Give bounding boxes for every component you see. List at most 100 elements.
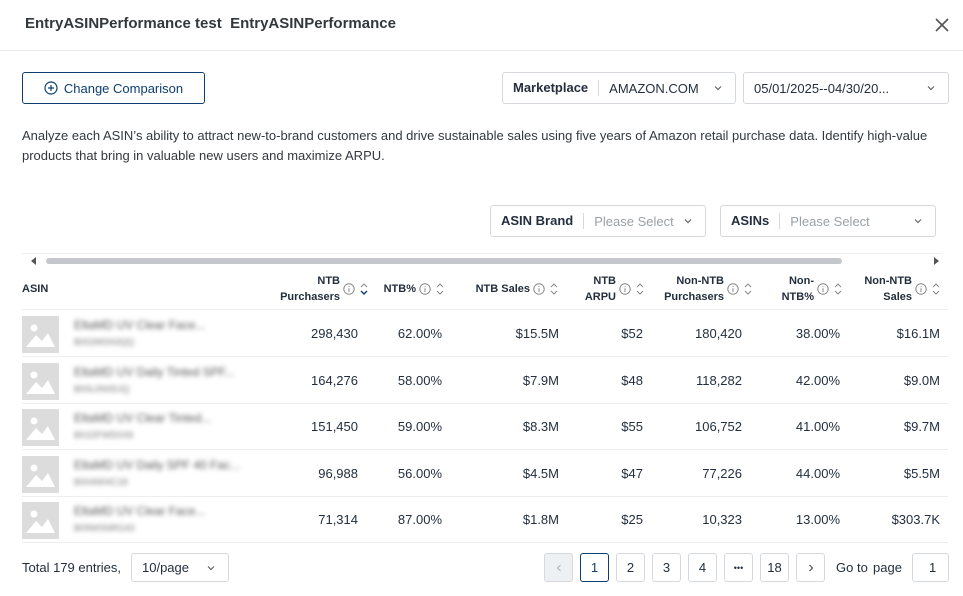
- cell-ntb-pct: 58.00%: [397, 373, 442, 388]
- cell-non-ntb-sales: $9.7M: [903, 419, 940, 434]
- info-icon[interactable]: [727, 283, 739, 295]
- cell-non-ntb-pct: 13.00%: [795, 512, 840, 527]
- page-button-3[interactable]: 3: [652, 553, 681, 582]
- scroll-right-icon[interactable]: [934, 257, 939, 265]
- date-range-select[interactable]: 05/01/2025--04/30/20...: [743, 72, 949, 104]
- cell-ntb-sales: $8.3M: [522, 419, 559, 434]
- column-header-ntb-purchasers[interactable]: NTB Purchasers: [262, 268, 368, 310]
- cell-ntb-purchasers: 298,430: [311, 326, 358, 341]
- date-range-value: 05/01/2025--04/30/20...: [754, 80, 890, 96]
- asins-label: ASINs: [721, 213, 781, 229]
- cell-ntb-pct: 56.00%: [397, 466, 442, 481]
- asin-brand-select[interactable]: ASIN Brand Please Select: [490, 205, 706, 237]
- table-row: EltaMD UV Daily SPF 40 Fac... B004WI4C18 9…: [22, 451, 948, 497]
- cell-ntb-sales: $7.9M: [522, 373, 559, 388]
- column-header-ntb-pct[interactable]: NTB%: [368, 268, 444, 310]
- product-asin: B004WI4C18: [74, 477, 128, 487]
- info-icon[interactable]: [817, 283, 829, 295]
- description-text: Analyze each ASIN’s ability to attract n…: [22, 128, 928, 163]
- cell-non-ntb-purchasers: 10,323: [702, 512, 742, 527]
- goto-label: Go to: [836, 560, 868, 575]
- next-page-button[interactable]: [796, 553, 825, 582]
- close-icon[interactable]: [931, 14, 953, 36]
- cell-ntb-pct: 87.00%: [397, 512, 442, 527]
- product-name[interactable]: EltaMD UV Daily SPF 40 Fac...: [74, 458, 240, 472]
- sort-icon[interactable]: [744, 281, 752, 297]
- product-name[interactable]: EltaMD UV Daily Tinted SPF...: [74, 365, 235, 379]
- asins-placeholder: Please Select: [790, 213, 870, 229]
- cell-ntb-sales: $15.5M: [515, 326, 559, 341]
- cell-ntb-arpu: $48: [621, 373, 643, 388]
- cell-ntb-arpu: $52: [621, 326, 643, 341]
- page-button-1[interactable]: 1: [580, 553, 609, 582]
- cell-non-ntb-sales: $303.7K: [891, 512, 940, 527]
- info-icon[interactable]: [533, 283, 545, 295]
- cell-non-ntb-sales: $5.5M: [903, 466, 940, 481]
- sort-icon[interactable]: [636, 281, 644, 297]
- info-icon[interactable]: [343, 283, 355, 295]
- product-image-icon: [22, 456, 59, 493]
- sort-icon[interactable]: [360, 281, 368, 297]
- change-comparison-label: Change Comparison: [63, 80, 184, 96]
- cell-non-ntb-purchasers: 180,420: [695, 326, 742, 341]
- asin-brand-placeholder: Please Select: [594, 213, 674, 229]
- dialog-header: EntryASINPerformance test EntryASINPerfo…: [0, 0, 963, 51]
- cell-ntb-purchasers: 164,276: [311, 373, 358, 388]
- page-button-18[interactable]: 18: [760, 553, 789, 582]
- product-name[interactable]: EltaMD UV Clear Face...: [74, 504, 205, 518]
- chevron-down-icon: [914, 219, 922, 224]
- column-header-asin: ASIN: [22, 283, 49, 295]
- column-header-ntb-arpu[interactable]: NTB ARPU: [558, 268, 644, 310]
- info-icon[interactable]: [419, 283, 431, 295]
- cell-non-ntb-purchasers: 118,282: [695, 373, 742, 388]
- cell-ntb-pct: 62.00%: [397, 326, 442, 341]
- more-pages-button[interactable]: •••: [724, 553, 753, 582]
- chevron-right-icon: [808, 564, 813, 571]
- cell-ntb-sales: $1.8M: [522, 512, 559, 527]
- product-name[interactable]: EltaMD UV Clear Face...: [74, 318, 205, 332]
- chevron-down-icon: [684, 219, 692, 224]
- table-row: EltaMD UV Clear Face... B002MSN3QQ 298,430…: [22, 311, 948, 357]
- chevron-down-icon: [714, 86, 722, 91]
- sort-icon[interactable]: [834, 281, 842, 297]
- product-asin: B002MSN3QQ: [74, 337, 135, 347]
- product-asin: B09WSNRG43: [74, 523, 135, 533]
- chevron-left-icon: [556, 564, 561, 571]
- asin-brand-label: ASIN Brand: [491, 213, 585, 229]
- cell-non-ntb-pct: 44.00%: [795, 466, 840, 481]
- change-comparison-button[interactable]: Change Comparison: [22, 72, 205, 104]
- page-button-2[interactable]: 2: [616, 553, 645, 582]
- scrollbar-thumb[interactable]: [46, 258, 842, 264]
- table-row: EltaMD UV Daily Tinted SPF... B00L0N0DJQ 1…: [22, 358, 948, 404]
- dialog-title: EntryASINPerformance test EntryASINPerfo…: [25, 15, 396, 32]
- column-header-non-ntb-purchasers[interactable]: Non-NTB Purchasers: [644, 268, 752, 310]
- prev-page-button[interactable]: [544, 553, 573, 582]
- column-header-non-ntb-pct[interactable]: Non- NTB%: [752, 268, 842, 310]
- chevron-down-icon: [207, 565, 215, 570]
- sort-icon[interactable]: [932, 281, 940, 297]
- cell-ntb-arpu: $47: [621, 466, 643, 481]
- scroll-left-icon[interactable]: [31, 257, 36, 265]
- info-icon[interactable]: [915, 283, 927, 295]
- page-size-value: 10/page: [142, 560, 189, 575]
- asins-select[interactable]: ASINs Please Select: [720, 205, 936, 237]
- cell-non-ntb-pct: 42.00%: [795, 373, 840, 388]
- page-size-select[interactable]: 10/page: [131, 553, 229, 582]
- info-icon[interactable]: [619, 283, 631, 295]
- sort-icon[interactable]: [550, 281, 558, 297]
- cell-non-ntb-pct: 38.00%: [795, 326, 840, 341]
- column-header-ntb-sales[interactable]: NTB Sales: [444, 268, 558, 310]
- marketplace-select[interactable]: Marketplace AMAZON.COM: [502, 72, 736, 104]
- page-button-4[interactable]: 4: [688, 553, 717, 582]
- cell-ntb-purchasers: 71,314: [318, 512, 358, 527]
- horizontal-scrollbar[interactable]: [22, 253, 942, 267]
- cell-ntb-arpu: $55: [621, 419, 643, 434]
- cell-non-ntb-pct: 41.00%: [795, 419, 840, 434]
- sort-icon[interactable]: [436, 281, 444, 297]
- goto-page-input[interactable]: 1: [912, 553, 949, 582]
- cell-ntb-arpu: $25: [621, 512, 643, 527]
- column-header-non-ntb-sales[interactable]: Non-NTB Sales: [842, 268, 940, 310]
- product-image-icon: [22, 502, 59, 539]
- product-name[interactable]: EltaMD UV Clear Tinted...: [74, 411, 211, 425]
- chevron-down-icon: [927, 86, 935, 91]
